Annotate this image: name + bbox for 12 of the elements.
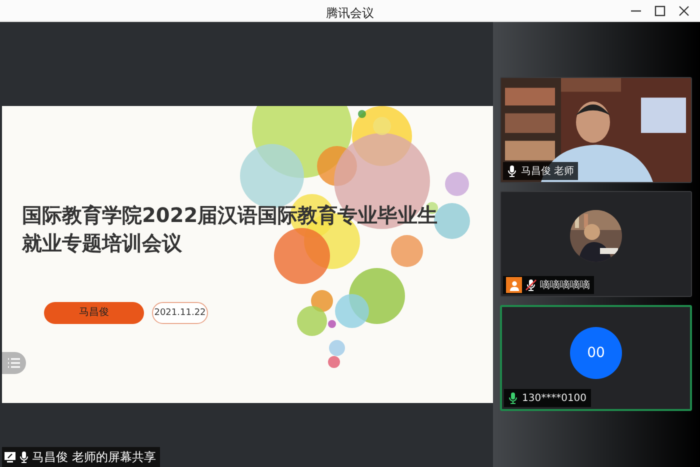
list-icon [7,357,21,369]
presenter-label: 马昌俊 [44,302,144,324]
initials-avatar: 00 [570,327,622,379]
date-label: 2021.11.22 [152,302,208,324]
maximize-icon[interactable] [654,5,666,17]
microphone-icon [18,451,30,463]
participant-name: 嘀嘀嘀嘀嘀 [540,278,590,292]
participant-name: 马昌俊 老师 [521,164,574,178]
share-label: 马昌俊 老师的屏幕共享 [32,449,156,466]
close-icon[interactable] [678,5,690,17]
window-title: 腾讯会议 [326,6,374,20]
participant-name: 130****0100 [522,392,587,406]
